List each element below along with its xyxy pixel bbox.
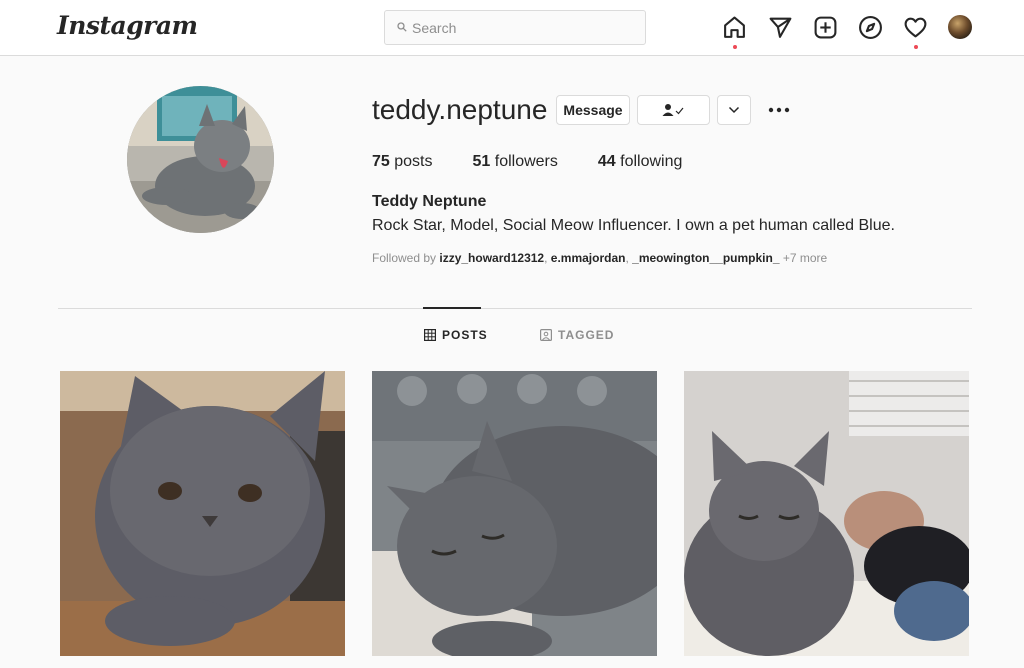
new-post-icon[interactable] bbox=[813, 15, 838, 40]
tab-posts-label: POSTS bbox=[442, 328, 488, 342]
followers-stat[interactable]: 51 followers bbox=[473, 153, 558, 171]
more-options-icon[interactable] bbox=[767, 103, 791, 117]
followed-by-prefix: Followed by bbox=[372, 251, 437, 265]
followed-by-more[interactable]: +7 more bbox=[783, 251, 827, 265]
explore-compass-icon[interactable] bbox=[858, 15, 883, 40]
following-button[interactable] bbox=[637, 95, 710, 125]
message-button-label: Message bbox=[563, 102, 623, 118]
followed-by-user[interactable]: izzy_howard12312 bbox=[439, 251, 544, 265]
followed-by-user[interactable]: e.mmajordan bbox=[551, 251, 626, 265]
tagged-icon bbox=[540, 329, 552, 341]
search-box[interactable] bbox=[384, 10, 646, 45]
direct-message-icon[interactable] bbox=[768, 15, 793, 40]
followed-by-user[interactable]: _meowington__pumpkin_ bbox=[632, 251, 779, 265]
home-icon[interactable] bbox=[722, 15, 747, 49]
tab-tagged-label: TAGGED bbox=[558, 328, 615, 342]
chevron-down-icon bbox=[728, 106, 740, 114]
profile-full-name: Teddy Neptune bbox=[372, 193, 487, 210]
instagram-logo[interactable]: Instagram bbox=[57, 11, 198, 40]
top-navigation-bar: Instagram bbox=[0, 0, 1024, 56]
following-stat[interactable]: 44 following bbox=[598, 153, 683, 171]
tabs-divider bbox=[58, 308, 972, 309]
posts-label: posts bbox=[394, 153, 433, 170]
following-check-icon bbox=[662, 104, 683, 116]
post-thumbnail[interactable] bbox=[372, 371, 657, 656]
search-icon bbox=[397, 22, 407, 32]
tab-tagged[interactable]: TAGGED bbox=[540, 328, 614, 342]
post-thumbnail[interactable] bbox=[60, 371, 345, 656]
posts-stat: 75 posts bbox=[372, 153, 433, 171]
activity-notification-dot bbox=[914, 45, 918, 49]
search-input[interactable] bbox=[412, 18, 632, 38]
posts-count: 75 bbox=[372, 153, 390, 170]
message-button[interactable]: Message bbox=[556, 95, 630, 125]
profile-picture[interactable] bbox=[127, 86, 274, 233]
activity-heart-icon[interactable] bbox=[903, 15, 928, 49]
following-label: following bbox=[620, 153, 683, 170]
followers-count: 51 bbox=[472, 153, 491, 170]
cat-photo bbox=[60, 371, 345, 656]
active-tab-indicator bbox=[423, 307, 481, 309]
post-thumbnail[interactable] bbox=[684, 371, 969, 656]
suggestions-dropdown-button[interactable] bbox=[717, 95, 751, 125]
cat-photo bbox=[372, 371, 657, 656]
cat-photo bbox=[684, 371, 969, 656]
tab-posts[interactable]: POSTS bbox=[424, 328, 488, 342]
profile-bio: Rock Star, Model, Social Meow Influencer… bbox=[372, 217, 895, 234]
profile-username: teddy.neptune bbox=[372, 94, 548, 125]
followed-by-line[interactable]: Followed by izzy_howard12312, e.mmajorda… bbox=[372, 251, 827, 265]
profile-avatar[interactable] bbox=[948, 15, 972, 39]
home-notification-dot bbox=[733, 45, 737, 49]
followers-label: followers bbox=[494, 153, 558, 170]
profile-stats: 75 posts 51 followers 44 following bbox=[372, 153, 722, 171]
grid-icon bbox=[424, 329, 436, 341]
following-count: 44 bbox=[597, 153, 616, 170]
